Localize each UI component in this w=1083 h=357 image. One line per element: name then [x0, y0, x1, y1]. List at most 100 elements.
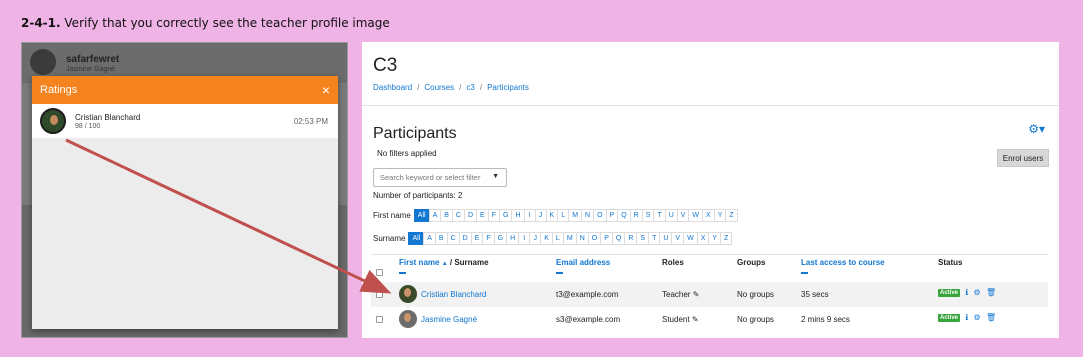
collapse-dash[interactable] [556, 272, 563, 274]
letter-button[interactable]: G [499, 209, 513, 222]
status-badge: Active [938, 288, 961, 297]
sort-asc-icon: ▲ [441, 261, 448, 267]
table-top-border [371, 254, 1048, 255]
role-text: Student [662, 315, 690, 324]
trash-icon[interactable]: 🗑 [986, 313, 996, 322]
table-row: Cristian Blanchard t3@example.com Teache… [371, 282, 1048, 307]
header-email-label[interactable]: Email address [556, 258, 610, 267]
letter-all[interactable]: All [408, 232, 425, 245]
left-screenshot-panel: safarfewret Jasmine Gagné Ratings × Cris… [21, 42, 348, 338]
participant-groups: No groups [737, 315, 774, 324]
header-status: Status [938, 258, 963, 267]
right-screenshot-panel: C3 Dashboard / Courses / c3/ Participants … [362, 42, 1059, 338]
trash-icon[interactable]: 🗑 [986, 288, 996, 297]
pencil-icon[interactable]: ✎ [693, 290, 700, 299]
breadcrumb-participants[interactable]: Participants [487, 83, 529, 92]
rating-row[interactable]: Cristian Blanchard 98 / 100 02:53 PM [32, 104, 338, 138]
surname-filter: Surname All A B C D E F G H I J K L M N … [373, 232, 733, 245]
header-last-access-label[interactable]: Last access to course [801, 258, 885, 267]
first-name-letters: All A B C D E F G H I J K L M N O P Q R … [413, 209, 738, 222]
breadcrumb: Dashboard / Courses / c3 / Participants [373, 83, 529, 92]
participants-title: Participants [373, 125, 457, 142]
row-checkbox[interactable] [376, 291, 383, 298]
info-icon[interactable]: ℹ [965, 288, 968, 297]
course-title: C3 [373, 55, 398, 76]
header-email: Email address [556, 258, 610, 274]
avatar [399, 310, 417, 328]
rating-score: 98 / 100 [75, 122, 101, 130]
role-text: Teacher [662, 290, 691, 299]
profile-username: safarfewret [66, 54, 120, 65]
letter-button[interactable]: W [688, 209, 704, 222]
close-icon[interactable]: × [322, 83, 330, 97]
letter-button[interactable]: G [493, 232, 508, 245]
teacher-avatar [40, 108, 66, 134]
participant-name-link[interactable]: Jasmine Gagné [421, 315, 477, 324]
breadcrumb-separator: / [417, 83, 420, 92]
no-filters-text: No filters applied [377, 149, 437, 158]
participant-groups: No groups [737, 290, 774, 299]
letter-button[interactable]: W [683, 232, 698, 245]
pencil-icon[interactable]: ✎ [692, 315, 699, 324]
avatar [30, 49, 56, 75]
breadcrumb-separator: / [459, 83, 462, 92]
modal-title: Ratings [40, 84, 78, 96]
letter-button[interactable]: Z [725, 209, 738, 222]
header-last-access: Last access to course [801, 258, 885, 274]
participant-role: Student ✎ [662, 315, 699, 324]
enrol-users-button[interactable]: Enrol users [997, 149, 1049, 167]
info-icon[interactable]: ℹ [965, 313, 968, 322]
header-name: First name ▲ / Surname [399, 258, 489, 274]
rating-time: 02:53 PM [293, 117, 328, 126]
header-roles: Roles [662, 258, 684, 267]
surname-letters: All A B C D E F G H I J K L M N O P Q R … [408, 232, 733, 245]
search-filter-input[interactable]: Search keyword or select filter ▼ [373, 168, 507, 187]
collapse-dash[interactable] [399, 272, 406, 274]
participant-status: Active ℹ ⚙ 🗑 [938, 288, 996, 297]
step-text: Verify that you correctly see the teache… [64, 16, 390, 30]
letter-button[interactable]: M [568, 209, 583, 222]
gear-icon[interactable]: ⚙▾ [1028, 122, 1045, 136]
ratings-modal: Ratings × Cristian Blanchard 98 / 100 02… [32, 76, 338, 329]
breadcrumb-courses[interactable]: Courses [424, 83, 454, 92]
collapse-dash[interactable] [801, 272, 808, 274]
rating-text: Cristian Blanchard 98 / 100 [75, 113, 140, 130]
letter-all[interactable]: All [413, 209, 430, 222]
letter-button[interactable]: O [587, 232, 602, 245]
breadcrumb-c3[interactable]: c3 [466, 83, 474, 92]
breadcrumb-dashboard[interactable]: Dashboard [373, 83, 412, 92]
participants-count: Number of participants: 2 [373, 191, 463, 200]
divider [362, 105, 1059, 106]
first-name-label: First name [373, 211, 411, 220]
profile-subname: Jasmine Gagné [66, 66, 116, 73]
table-row: Jasmine Gagné s3@example.com Student ✎ N… [371, 307, 1048, 332]
letter-button[interactable]: M [562, 232, 577, 245]
step-caption: 2-4-1. Verify that you correctly see the… [21, 16, 390, 30]
participant-email: s3@example.com [556, 315, 621, 324]
step-number: 2-4-1. [21, 16, 61, 30]
letter-button[interactable]: O [593, 209, 607, 222]
participant-last-access: 2 mins 9 secs [801, 315, 850, 324]
participant-last-access: 35 secs [801, 290, 829, 299]
participant-status: Active ℹ ⚙ 🗑 [938, 313, 996, 322]
header-surname[interactable]: / Surname [450, 258, 489, 267]
letter-button[interactable]: Z [720, 232, 733, 245]
select-all-checkbox[interactable] [376, 269, 383, 276]
rating-name: Cristian Blanchard [75, 112, 141, 122]
chevron-down-icon: ▼ [492, 173, 499, 180]
avatar [399, 285, 417, 303]
gear-icon[interactable]: ⚙ [974, 313, 981, 322]
first-name-filter: First name All A B C D E F G H I J K L M… [373, 209, 738, 222]
participant-name-link[interactable]: Cristian Blanchard [421, 290, 486, 299]
header-groups: Groups [737, 258, 766, 267]
row-checkbox[interactable] [376, 316, 383, 323]
participant-role: Teacher ✎ [662, 290, 699, 299]
breadcrumb-separator: / [479, 83, 483, 92]
letter-button[interactable]: Q [617, 209, 631, 222]
gear-icon[interactable]: ⚙ [974, 288, 981, 297]
surname-label: Surname [373, 234, 406, 243]
letter-button[interactable]: Q [611, 232, 626, 245]
header-first-name[interactable]: First name [399, 258, 439, 267]
status-badge: Active [938, 313, 961, 322]
modal-header: Ratings × [32, 76, 338, 104]
